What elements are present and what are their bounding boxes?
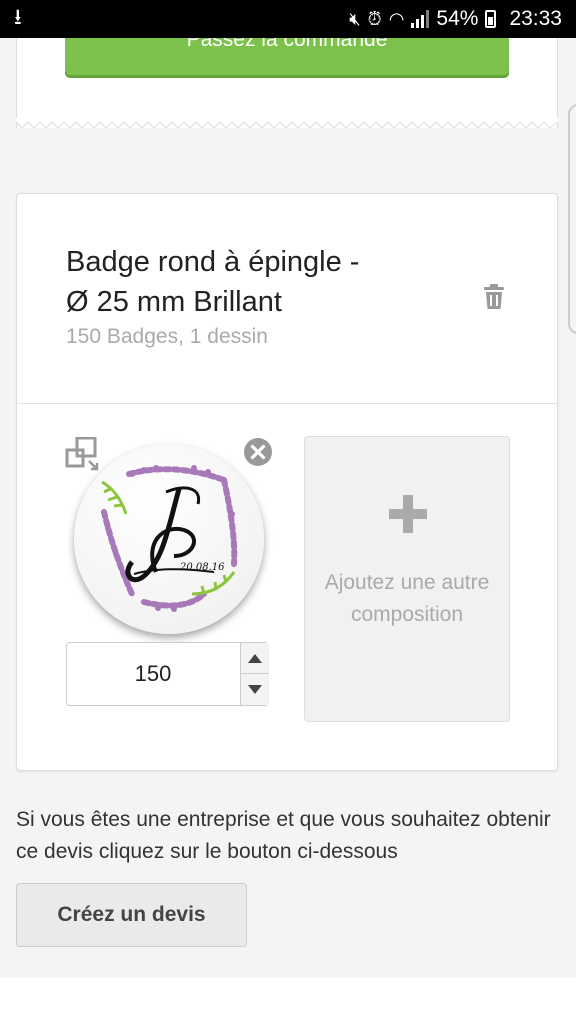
plus-icon xyxy=(389,495,427,533)
clock: 23:33 xyxy=(509,7,562,30)
decrement-button[interactable] xyxy=(241,674,269,705)
status-bar: ⭳ 🔇︎ ⏰︎ ◠ 54% 23:33 xyxy=(0,0,576,38)
quantity-stepper[interactable]: 150 xyxy=(66,642,269,706)
chevron-up-icon xyxy=(248,653,262,663)
receipt-edge xyxy=(16,118,558,129)
place-order-button[interactable]: Passez la commande xyxy=(65,38,509,78)
badge-artwork: 20.08.16 xyxy=(74,444,264,634)
battery-percent: 54% xyxy=(436,7,479,30)
download-icon: ⭳ xyxy=(14,4,22,29)
wifi-icon: ◠ xyxy=(388,8,405,29)
badge-date: 20.08.16 xyxy=(179,562,225,573)
chevron-down-icon xyxy=(248,685,262,694)
close-icon[interactable] xyxy=(243,437,273,467)
increment-button[interactable] xyxy=(241,643,269,674)
add-composition-label: Ajoutez une autre composition xyxy=(324,571,490,626)
quantity-input[interactable]: 150 xyxy=(67,643,239,705)
product-subtitle: 150 Badges, 1 dessin xyxy=(66,325,268,348)
signal-icon xyxy=(411,10,430,28)
alarm-icon: ⏰︎ xyxy=(367,8,382,29)
quantity-spinner xyxy=(240,643,269,705)
page-bottom xyxy=(0,978,576,1024)
badge-preview-image[interactable]: 20.08.16 xyxy=(74,444,264,634)
duplicate-icon[interactable] xyxy=(65,437,99,471)
divider xyxy=(17,403,557,404)
product-card: Badge rond à épingle - Ø 25 mm Brillant … xyxy=(16,193,558,771)
add-composition-button[interactable]: Ajoutez une autre composition xyxy=(304,436,510,722)
product-title: Badge rond à épingle - Ø 25 mm Brillant xyxy=(66,246,360,318)
status-icons: 🔇︎ ⏰︎ ◠ 54% 23:33 xyxy=(349,7,562,31)
create-quote-button[interactable]: Créez un devis xyxy=(16,883,247,947)
business-quote-info: Si vous êtes une entreprise et que vous … xyxy=(16,808,551,863)
battery-icon xyxy=(485,10,497,28)
trash-icon[interactable] xyxy=(482,284,506,310)
side-panel-handle[interactable] xyxy=(568,104,576,334)
mute-icon: 🔇︎ xyxy=(349,8,361,29)
